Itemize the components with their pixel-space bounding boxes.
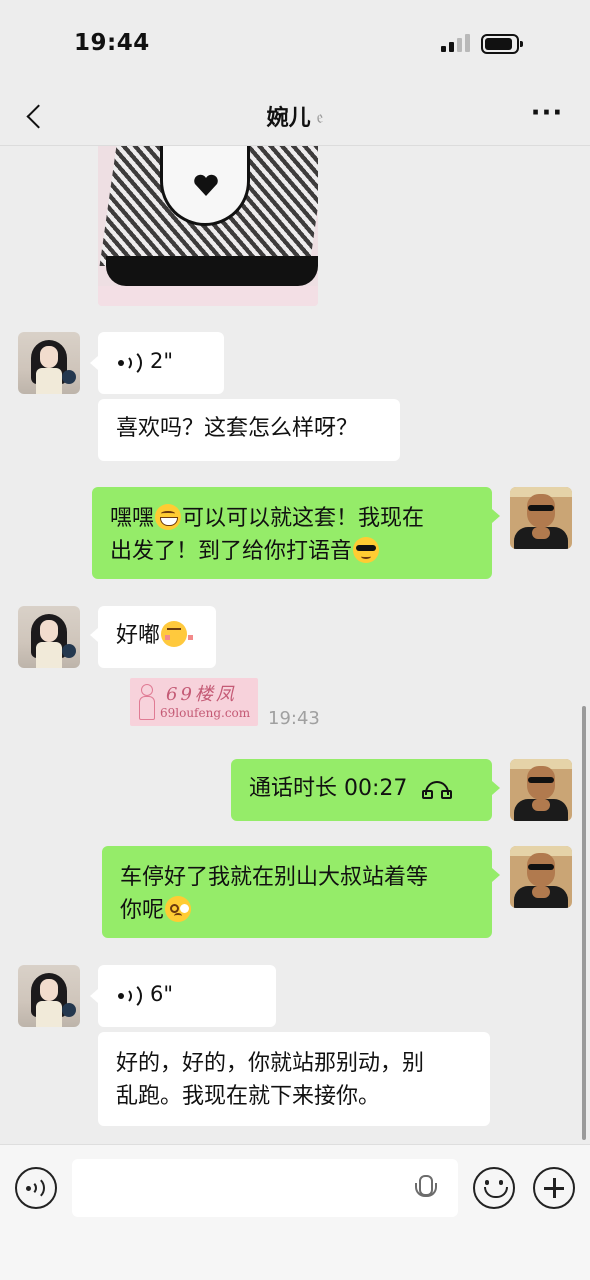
text-message[interactable]: 喜欢吗？这套怎么样呀？ <box>98 399 400 461</box>
text-message[interactable]: 车停好了我就在别山大叔站着等 你呢 <box>102 846 500 938</box>
signal-icon <box>441 34 471 52</box>
text-message[interactable]: 好嘟 <box>90 606 216 668</box>
voice-wave-icon <box>118 982 142 1010</box>
microphone-icon[interactable] <box>414 1175 437 1203</box>
sunglasses-face-emoji-icon <box>353 537 380 563</box>
contact-avatar[interactable] <box>18 606 80 668</box>
message-text: 喜欢吗？这套怎么样呀？ <box>116 416 359 441</box>
text-message[interactable]: 好的，好的，你就站那别动，别 乱跑。我现在就下来接你。 <box>98 1032 490 1126</box>
text-message[interactable]: 嘿嘿 可以可以就这套！我现在 出发了！到了给你打语音 <box>92 487 500 579</box>
message-text: 好的，好的，你就站那别动，别 <box>116 1051 425 1076</box>
voice-message[interactable]: 6" <box>90 965 276 1027</box>
message-text: 嘿嘿 <box>110 506 155 531</box>
contact-avatar[interactable] <box>18 332 80 394</box>
emoji-button[interactable] <box>473 1167 515 1209</box>
plus-button[interactable] <box>533 1167 575 1209</box>
my-avatar[interactable] <box>510 487 572 549</box>
call-record-message[interactable]: 通话时长 00:27 <box>231 759 500 821</box>
ear-icon: 𝔢 <box>316 107 324 128</box>
contact-name: 婉儿 <box>266 106 311 131</box>
nav-bar: 婉儿 𝔢 ··· <box>0 88 590 146</box>
message-input[interactable] <box>72 1159 458 1217</box>
voice-message[interactable]: 2" <box>90 332 224 394</box>
voice-wave-icon <box>118 349 142 377</box>
voice-toggle-button[interactable] <box>15 1167 57 1209</box>
message-text: 好嘟 <box>116 623 161 648</box>
status-bar: 19:44 <box>0 0 590 88</box>
status-time: 19:44 <box>74 30 150 56</box>
battery-icon <box>481 34 523 54</box>
contact-avatar[interactable] <box>18 965 80 1027</box>
voice-toggle-icon <box>26 1176 46 1200</box>
voice-duration: 2" <box>150 349 174 373</box>
watermark-logo: 69楼凤 69loufeng.com <box>130 678 258 726</box>
scrollbar[interactable] <box>582 706 586 1140</box>
voice-duration: 6" <box>150 982 174 1006</box>
flushed-face-emoji-icon <box>165 896 192 922</box>
call-duration-text: 通话时长 00:27 <box>249 776 408 801</box>
more-button[interactable]: ··· <box>530 100 564 128</box>
input-bar <box>0 1144 590 1280</box>
chat-area[interactable]: 2" 喜欢吗？这套怎么样呀？ 嘿嘿 可以可以就这套！我现在 出发了！到了给你打语音… <box>0 146 590 1144</box>
my-avatar[interactable] <box>510 759 572 821</box>
chat-title: 婉儿 𝔢 <box>0 100 590 132</box>
shy-face-emoji-icon <box>161 621 194 647</box>
image-message[interactable] <box>98 146 318 306</box>
message-text: 车停好了我就在别山大叔站着等 <box>120 865 429 890</box>
phone-hangup-icon <box>422 781 453 799</box>
my-avatar[interactable] <box>510 846 572 908</box>
grinning-face-emoji-icon <box>155 504 182 530</box>
timestamp: 19:43 <box>268 708 320 729</box>
